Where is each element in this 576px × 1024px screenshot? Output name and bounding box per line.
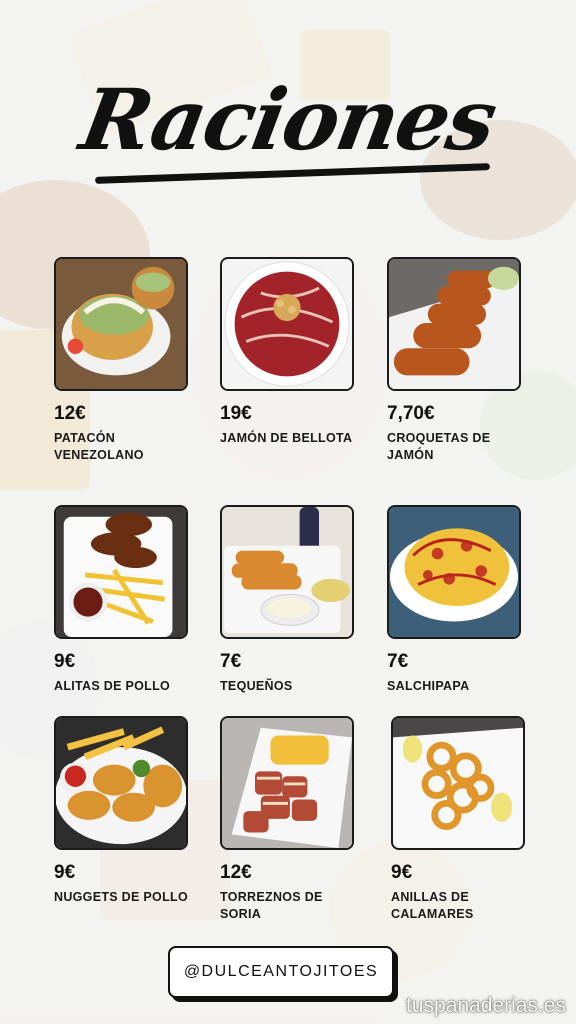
item-price: 7€	[220, 651, 242, 672]
item-price: 12€	[220, 862, 252, 883]
menu-item-card[interactable]: 19€ JAMÓN DE BELLOTA	[220, 257, 354, 447]
menu-item-card[interactable]: 9€ NUGGETS DE POLLO	[54, 716, 188, 906]
croquettes-plate-photo	[387, 257, 521, 391]
patacon-plate-photo	[54, 257, 188, 391]
item-price: 9€	[54, 651, 76, 672]
item-name: PATACÓN VENEZOLANO	[54, 431, 144, 462]
item-name: JAMÓN DE BELLOTA	[220, 431, 353, 445]
menu-item-card[interactable]: 12€ TORREZNOS DE SORIA	[220, 716, 354, 923]
instagram-handle-button[interactable]: @DULCEANTOJITOES	[168, 946, 394, 998]
wings-plate-photo	[54, 505, 188, 639]
item-price: 7€	[387, 651, 409, 672]
nuggets-plate-photo	[54, 716, 188, 850]
item-name: CROQUETAS DE JAMÓN	[387, 431, 491, 462]
page-title: Raciones	[73, 70, 503, 169]
menu-item-card[interactable]: 9€ ANILLAS DE CALAMARES	[391, 716, 525, 923]
item-name: ANILLAS DE CALAMARES	[391, 890, 474, 921]
item-price: 7,70€	[387, 403, 435, 424]
menu-item-card[interactable]: 12€ PATACÓN VENEZOLANO	[54, 257, 188, 464]
salchipapa-plate-photo	[387, 505, 521, 639]
item-price: 19€	[220, 403, 252, 424]
calamares-plate-photo	[391, 716, 525, 850]
item-price: 12€	[54, 403, 86, 424]
item-price: 9€	[54, 862, 76, 883]
menu-item-card[interactable]: 7€ SALCHIPAPA	[387, 505, 521, 695]
menu-item-card[interactable]: 7€ TEQUEÑOS	[220, 505, 354, 695]
menu-item-card[interactable]: 9€ ALITAS DE POLLO	[54, 505, 188, 695]
item-name: SALCHIPAPA	[387, 679, 470, 693]
item-name: NUGGETS DE POLLO	[54, 890, 188, 904]
torreznos-plate-photo	[220, 716, 354, 850]
item-price: 9€	[391, 862, 413, 883]
menu-item-card[interactable]: 7,70€ CROQUETAS DE JAMÓN	[387, 257, 521, 464]
watermark: tuspanaderias.es	[406, 994, 566, 1017]
item-name: ALITAS DE POLLO	[54, 679, 171, 693]
ham-plate-photo	[220, 257, 354, 391]
item-name: TORREZNOS DE SORIA	[220, 890, 323, 921]
tequenos-plate-photo	[220, 505, 354, 639]
item-name: TEQUEÑOS	[220, 679, 293, 693]
